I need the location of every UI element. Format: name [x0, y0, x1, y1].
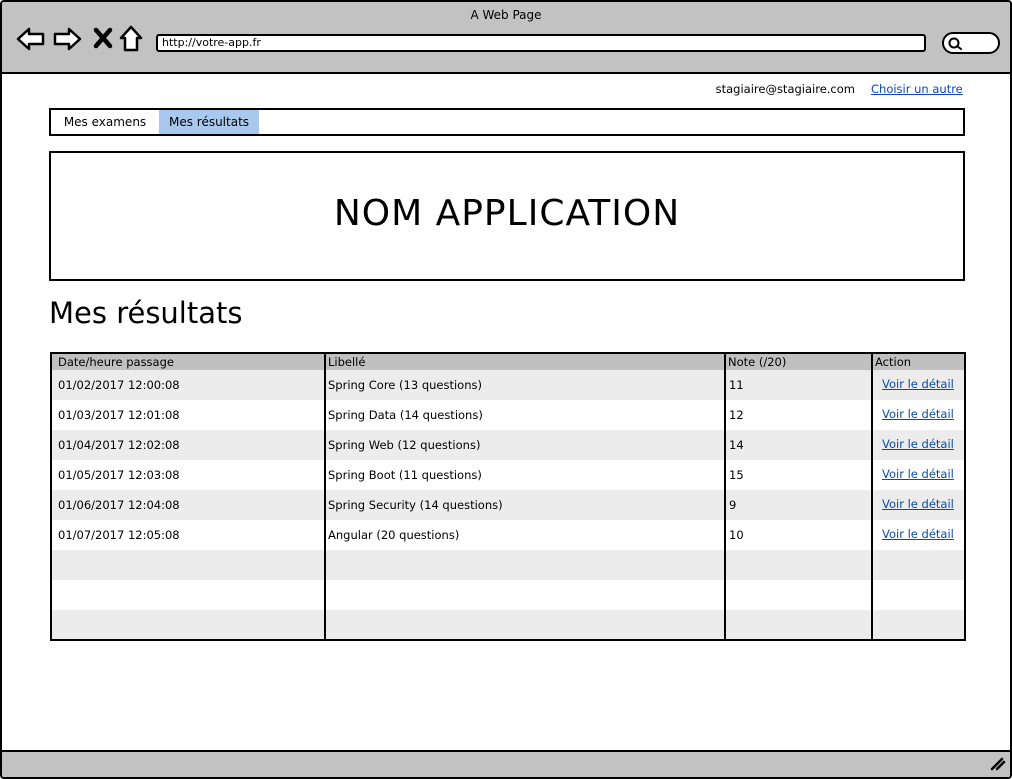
table-row: 01/05/2017 12:03:08 Spring Boot (11 ques… — [52, 460, 964, 490]
cell-date: 01/07/2017 12:05:08 — [58, 528, 180, 542]
table-row: 01/04/2017 12:02:08 Spring Web (12 quest… — [52, 430, 964, 460]
cell-date: 01/05/2017 12:03:08 — [58, 468, 180, 482]
cell-libelle: Spring Boot (11 questions) — [328, 468, 482, 482]
cell-note: 9 — [729, 498, 737, 512]
view-detail-link[interactable]: Voir le détail — [882, 370, 954, 400]
cell-libelle: Spring Data (14 questions) — [328, 408, 483, 422]
column-header-libelle: Libellé — [328, 355, 366, 369]
browser-status-bar — [2, 750, 1010, 777]
cell-note: 14 — [729, 438, 744, 452]
cell-note: 11 — [729, 378, 744, 392]
table-row-empty — [52, 550, 964, 580]
table-row-empty — [52, 610, 964, 639]
table-header-row: Date/heure passage Libellé Note (/20) Ac… — [52, 354, 964, 370]
table-row-empty — [52, 580, 964, 610]
tab-mes-examens[interactable]: Mes examens — [51, 110, 159, 134]
table-row: 01/06/2017 12:04:08 Spring Security (14 … — [52, 490, 964, 520]
cell-libelle: Spring Web (12 questions) — [328, 438, 481, 452]
view-detail-link[interactable]: Voir le détail — [882, 400, 954, 430]
back-arrow-icon[interactable] — [16, 24, 46, 54]
view-detail-link[interactable]: Voir le détail — [882, 490, 954, 520]
user-email: stagiaire@stagiaire.com — [715, 82, 855, 96]
window-title: A Web Page — [470, 8, 542, 22]
tab-mes-resultats[interactable]: Mes résultats — [159, 110, 259, 134]
view-detail-link[interactable]: Voir le détail — [882, 460, 954, 490]
cell-libelle: Spring Core (13 questions) — [328, 378, 482, 392]
cell-note: 12 — [729, 408, 744, 422]
choose-other-user-link[interactable]: Choisir un autre — [871, 82, 963, 96]
app-banner: NOM APPLICATION — [49, 151, 965, 281]
search-icon — [948, 37, 962, 50]
cell-date: 01/06/2017 12:04:08 — [58, 498, 180, 512]
cell-note: 10 — [729, 528, 744, 542]
address-bar[interactable]: http://votre-app.fr — [156, 34, 926, 52]
cell-date: 01/02/2017 12:00:08 — [58, 378, 180, 392]
table-row: 01/02/2017 12:00:08 Spring Core (13 ques… — [52, 370, 964, 400]
browser-search-field[interactable] — [942, 32, 1000, 54]
browser-title-bar: A Web Page http://votre-app.fr — [2, 2, 1010, 74]
column-header-action: Action — [875, 355, 912, 369]
resize-grip-icon[interactable] — [988, 753, 1006, 775]
browser-window: A Web Page http://votre-app.fr stagiaire… — [0, 0, 1012, 779]
cell-date: 01/04/2017 12:02:08 — [58, 438, 180, 452]
results-table: Date/heure passage Libellé Note (/20) Ac… — [50, 352, 966, 641]
cell-libelle: Angular (20 questions) — [328, 528, 460, 542]
column-divider — [324, 354, 326, 639]
cell-note: 15 — [729, 468, 744, 482]
table-row: 01/07/2017 12:05:08 Angular (20 question… — [52, 520, 964, 550]
app-name-title: NOM APPLICATION — [333, 193, 681, 234]
close-icon[interactable] — [90, 24, 120, 54]
view-detail-link[interactable]: Voir le détail — [882, 430, 954, 460]
column-divider — [724, 354, 726, 639]
column-header-date: Date/heure passage — [58, 355, 174, 369]
cell-libelle: Spring Security (14 questions) — [328, 498, 503, 512]
forward-arrow-icon[interactable] — [52, 24, 82, 54]
table-row: 01/03/2017 12:01:08 Spring Data (14 ques… — [52, 400, 964, 430]
tab-bar: Mes examens Mes résultats — [49, 108, 965, 136]
column-header-note: Note (/20) — [728, 355, 787, 369]
home-icon[interactable] — [118, 24, 148, 54]
cell-date: 01/03/2017 12:01:08 — [58, 408, 180, 422]
page-title: Mes résultats — [49, 296, 243, 330]
column-divider — [871, 354, 873, 639]
view-detail-link[interactable]: Voir le détail — [882, 520, 954, 550]
